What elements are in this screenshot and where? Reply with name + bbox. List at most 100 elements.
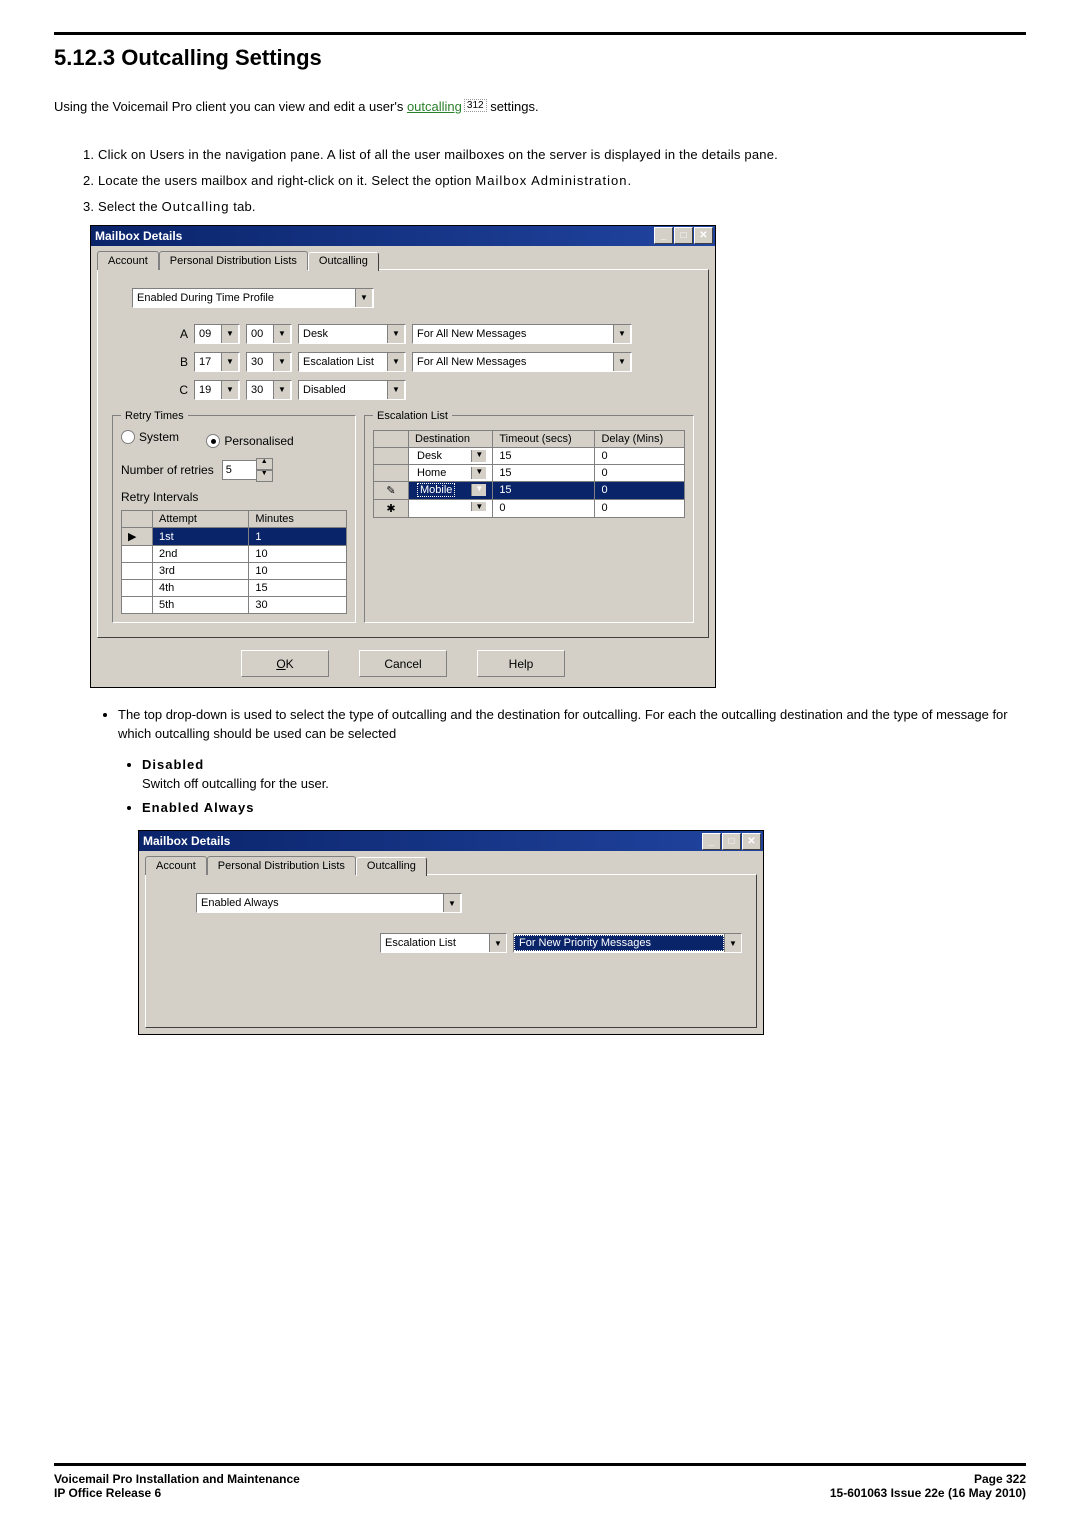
outcalling-mode-value: Enabled During Time Profile — [133, 291, 355, 305]
spin-up-icon[interactable]: ▲ — [256, 458, 273, 470]
minute-combo[interactable]: 00▼ — [246, 324, 292, 344]
tab-personal-distribution-lists[interactable]: Personal Distribution Lists — [207, 856, 356, 875]
retry-interval-row[interactable]: 4th15 — [122, 580, 347, 597]
intro-paragraph: Using the Voicemail Pro client you can v… — [54, 99, 1026, 114]
dropdown-arrow-icon: ▼ — [355, 289, 372, 307]
cancel-button[interactable]: Cancel — [359, 650, 447, 677]
tab-outcalling[interactable]: Outcalling — [356, 857, 427, 876]
bullet-heading: Enabled Always — [142, 800, 255, 815]
retry-interval-row[interactable]: 3rd10 — [122, 563, 347, 580]
dropdown-arrow-icon: ▼ — [471, 502, 486, 511]
time-profile-row: A 09▼ 00▼ Desk▼ For All New Messages▼ — [158, 324, 694, 344]
message-rule-combo[interactable]: For New Priority Messages ▼ — [513, 933, 742, 953]
minute-combo[interactable]: 30▼ — [246, 352, 292, 372]
step-item: Locate the users mailbox and right-click… — [98, 172, 1026, 190]
outcalling-mode-combo[interactable]: Enabled During Time Profile ▼ — [132, 288, 374, 308]
col-header: Attempt — [153, 511, 249, 528]
retry-interval-row[interactable]: 5th30 — [122, 597, 347, 614]
step-item: Select the Outcalling tab. — [98, 198, 1026, 216]
maximize-button[interactable]: □ — [674, 227, 693, 244]
dropdown-arrow-icon: ▼ — [471, 450, 486, 462]
row-marker-icon — [374, 464, 409, 481]
retry-personalised-radio[interactable]: Personalised — [206, 434, 293, 448]
dropdown-arrow-icon: ▼ — [221, 325, 238, 343]
dropdown-arrow-icon: ▼ — [387, 353, 404, 371]
num-retries-spinner[interactable]: 5 ▲▼ — [222, 458, 273, 482]
dropdown-arrow-icon: ▼ — [273, 353, 290, 371]
tab-personal-distribution-lists[interactable]: Personal Distribution Lists — [159, 251, 308, 270]
time-profile-row: B 17▼ 30▼ Escalation List▼ For All New M… — [158, 352, 694, 372]
outcalling-mode-combo[interactable]: Enabled Always ▼ — [196, 893, 462, 913]
dropdown-arrow-icon: ▼ — [613, 325, 630, 343]
retry-intervals-label: Retry Intervals — [121, 490, 347, 504]
dropdown-arrow-icon: ▼ — [221, 381, 238, 399]
dropdown-arrow-icon: ▼ — [273, 381, 290, 399]
maximize-button[interactable]: □ — [722, 833, 741, 850]
page-ref: 312 — [464, 99, 487, 112]
radio-label: System — [139, 430, 179, 444]
num-retries-label: Number of retries — [121, 463, 214, 477]
spin-down-icon[interactable]: ▼ — [256, 470, 273, 482]
mailbox-details-dialog: Mailbox Details _ □ ✕ Account Personal D… — [90, 225, 716, 689]
message-rule-combo[interactable]: For All New Messages▼ — [412, 324, 632, 344]
footer-right-1: Page 322 — [830, 1472, 1026, 1486]
footer-right-2: 15-601063 Issue 22e (16 May 2010) — [830, 1486, 1026, 1500]
minimize-button[interactable]: _ — [654, 227, 673, 244]
dropdown-arrow-icon: ▼ — [443, 894, 460, 912]
hour-combo[interactable]: 09▼ — [194, 324, 240, 344]
escalation-row[interactable]: ✱▼00 — [374, 499, 685, 517]
escalation-list-group: Escalation List Destination Timeout (sec… — [364, 410, 694, 624]
tab-outcalling[interactable]: Outcalling — [308, 252, 379, 271]
dropdown-arrow-icon: ▼ — [387, 381, 404, 399]
destination-combo[interactable]: Escalation List ▼ — [380, 933, 507, 953]
col-header: Minutes — [249, 511, 347, 528]
col-header: Destination — [409, 430, 493, 447]
dropdown-arrow-icon: ▼ — [273, 325, 290, 343]
dialog-title: Mailbox Details — [95, 229, 182, 243]
hour-combo[interactable]: 17▼ — [194, 352, 240, 372]
tab-panel-outcalling: Enabled During Time Profile ▼ A 09▼ 00▼ … — [97, 269, 709, 639]
dialog-title: Mailbox Details — [143, 834, 230, 848]
section-heading: 5.12.3 Outcalling Settings — [54, 45, 1026, 71]
hour-combo[interactable]: 19▼ — [194, 380, 240, 400]
ok-button[interactable]: OK — [241, 650, 329, 677]
dropdown-arrow-icon: ▼ — [724, 934, 741, 952]
bullet-top-dropdown: The top drop-down is used to select the … — [118, 706, 1026, 744]
tab-strip: Account Personal Distribution Lists Outc… — [139, 851, 763, 874]
message-rule-value: For New Priority Messages — [514, 935, 724, 951]
bullet-body: Switch off outcalling for the user. — [142, 776, 329, 791]
row-marker-icon: ✎ — [374, 481, 409, 499]
destination-combo[interactable]: Escalation List▼ — [298, 352, 406, 372]
retry-system-radio[interactable]: System — [121, 430, 179, 444]
footer-left-1: Voicemail Pro Installation and Maintenan… — [54, 1472, 300, 1486]
retry-interval-row[interactable]: ▶1st1 — [122, 528, 347, 546]
dialog-titlebar: Mailbox Details _ □ ✕ — [91, 226, 715, 246]
page-footer: Voicemail Pro Installation and Maintenan… — [54, 1463, 1026, 1500]
destination-value: Escalation List — [381, 936, 489, 950]
retry-interval-row[interactable]: 2nd10 — [122, 546, 347, 563]
destination-combo[interactable]: Desk▼ — [298, 324, 406, 344]
outcalling-link[interactable]: outcalling — [407, 99, 462, 114]
escalation-row[interactable]: Home▼150 — [374, 464, 685, 481]
tab-account[interactable]: Account — [97, 251, 159, 270]
close-button[interactable]: ✕ — [694, 227, 713, 244]
escalation-row[interactable]: Desk▼150 — [374, 447, 685, 464]
tab-strip: Account Personal Distribution Lists Outc… — [91, 246, 715, 269]
mailbox-details-dialog-2: Mailbox Details _ □ ✕ Account Personal D… — [138, 830, 764, 1035]
help-button[interactable]: Help — [477, 650, 565, 677]
message-rule-combo[interactable]: For All New Messages▼ — [412, 352, 632, 372]
step-item: Click on Users in the navigation pane. A… — [98, 146, 1026, 164]
tab-account[interactable]: Account — [145, 856, 207, 875]
outcalling-mode-value: Enabled Always — [197, 896, 443, 910]
col-header: Delay (Mins) — [595, 430, 685, 447]
row-marker-icon: ✱ — [374, 499, 409, 517]
minimize-button[interactable]: _ — [702, 833, 721, 850]
escalation-row[interactable]: ✎Mobile▼150 — [374, 481, 685, 499]
dropdown-arrow-icon: ▼ — [471, 467, 486, 479]
minute-combo[interactable]: 30▼ — [246, 380, 292, 400]
destination-combo[interactable]: Disabled▼ — [298, 380, 406, 400]
close-button[interactable]: ✕ — [742, 833, 761, 850]
retry-times-legend: Retry Times — [121, 410, 188, 422]
escalation-table[interactable]: Destination Timeout (secs) Delay (Mins) … — [373, 430, 685, 518]
retry-intervals-table: AttemptMinutes ▶1st12nd103rd104th155th30 — [121, 510, 347, 614]
